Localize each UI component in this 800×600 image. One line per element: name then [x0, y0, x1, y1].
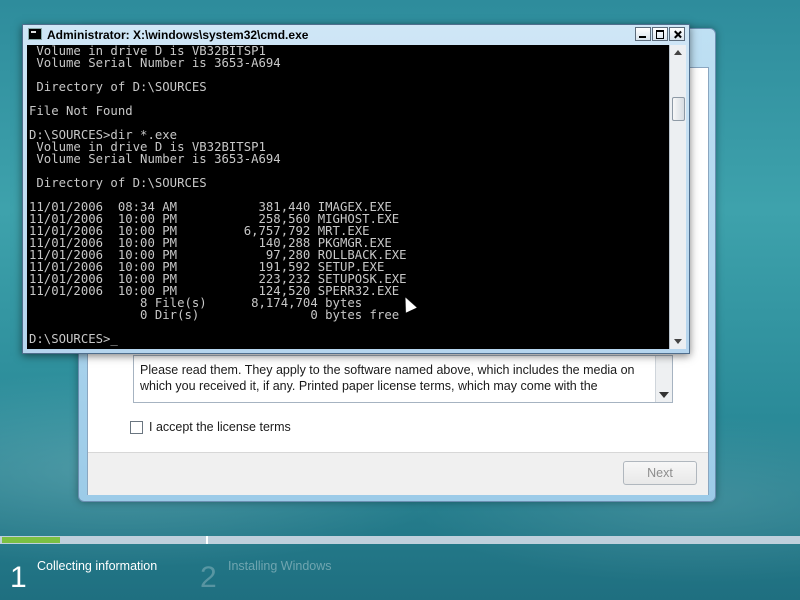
accept-license-label: I accept the license terms: [149, 420, 291, 434]
step-2-number: 2: [200, 561, 217, 594]
scroll-down-arrow-icon[interactable]: [674, 339, 682, 344]
cmd-titlebar[interactable]: Administrator: X:\windows\system32\cmd.e…: [23, 25, 689, 45]
scrollbar-thumb[interactable]: [672, 97, 685, 121]
accept-license-row[interactable]: I accept the license terms: [130, 420, 291, 434]
window-controls: [635, 27, 685, 41]
close-icon[interactable]: [669, 27, 685, 41]
next-button[interactable]: Next: [623, 461, 697, 485]
license-scrollbar[interactable]: [655, 356, 672, 402]
accept-license-checkbox[interactable]: [130, 420, 143, 434]
cmd-window-title: Administrator: X:\windows\system32\cmd.e…: [47, 28, 309, 42]
setup-footer: Next: [88, 452, 708, 495]
cmd-app-icon[interactable]: [28, 28, 42, 40]
step-1-number: 1: [10, 561, 27, 594]
console-text: Volume in drive D is VB32BITSP1 Volume S…: [29, 45, 407, 346]
cmd-window: Administrator: X:\windows\system32\cmd.e…: [22, 24, 690, 354]
setup-progress-bar: [0, 536, 800, 544]
progress-divider: [206, 536, 208, 544]
license-text: Please read them. They apply to the soft…: [140, 363, 635, 393]
license-text-box[interactable]: Please read them. They apply to the soft…: [133, 355, 673, 403]
minimize-icon[interactable]: [635, 27, 651, 41]
step-1-label: Collecting information: [37, 559, 158, 573]
step-2-label: Installing Windows: [228, 559, 332, 573]
maximize-icon[interactable]: [652, 27, 668, 41]
scroll-down-arrow-icon[interactable]: [659, 392, 669, 398]
console-output[interactable]: Volume in drive D is VB32BITSP1 Volume S…: [27, 45, 669, 349]
scroll-up-arrow-icon[interactable]: [674, 50, 682, 55]
console-scrollbar[interactable]: [669, 45, 686, 349]
progress-fill: [2, 537, 60, 543]
